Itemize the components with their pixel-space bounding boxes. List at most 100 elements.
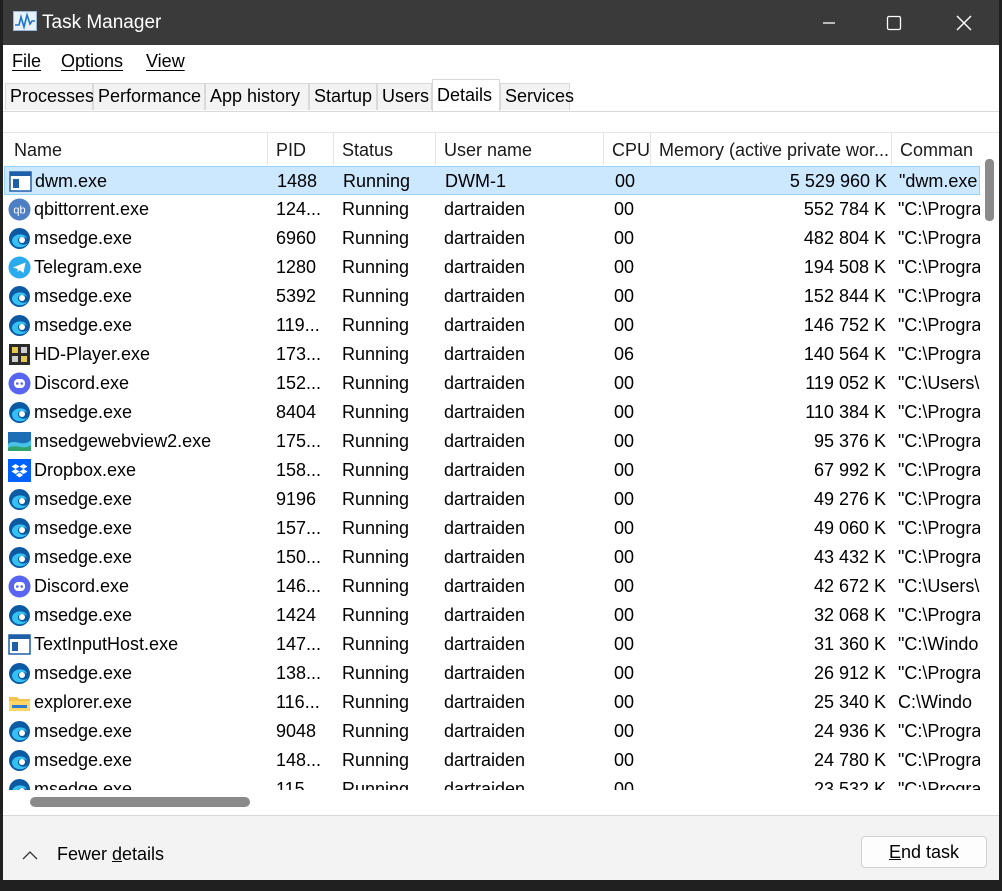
cell-memory: 140 564 K xyxy=(803,344,886,364)
table-row[interactable]: msedge.exe 148... Running dartraiden 00 24 78… xyxy=(4,746,980,775)
table-row[interactable]: msedge.exe 157... Running dartraiden 00 49 06… xyxy=(4,514,980,543)
tab-app-history[interactable]: App history xyxy=(205,83,309,110)
maximize-button[interactable] xyxy=(859,0,929,45)
tab-users[interactable]: Users xyxy=(377,83,432,110)
table-row[interactable]: Telegram.exe 1280 Running dartraiden 00 194 5… xyxy=(4,253,980,282)
cell-user: dartraiden xyxy=(444,344,526,364)
column-header-memory[interactable]: Memory (active private wor... ∨ xyxy=(651,133,892,165)
cell-cpu: 00 xyxy=(614,634,635,654)
cell-memory: 67 992 K xyxy=(813,460,886,480)
title-bar[interactable]: Task Manager xyxy=(3,0,999,45)
folder-icon xyxy=(9,697,30,711)
table-row[interactable]: qb qbittorrent.exe 124... Running dartraiden… xyxy=(4,195,980,224)
end-task-button[interactable]: End task xyxy=(861,836,987,868)
cell-memory: 43 432 K xyxy=(813,547,886,567)
table-row[interactable]: msedge.exe 1424 Running dartraiden 00 32 068 … xyxy=(4,601,980,630)
table-row[interactable]: TextInputHost.exe 147... Running dartraiden… xyxy=(4,630,980,659)
cell-status: Running xyxy=(342,257,410,277)
cell-name: msedge.exe xyxy=(34,315,133,335)
table-row[interactable]: msedge.exe 115... Running dartraiden 00 23 53… xyxy=(4,775,980,790)
process-details-table: Name PID Status User name CPU Memory (ac… xyxy=(4,133,980,790)
cell-user: dartraiden xyxy=(444,402,526,422)
horizontal-scrollbar[interactable] xyxy=(4,790,980,814)
svg-text:qb: qb xyxy=(13,205,25,217)
column-header-status[interactable]: Status xyxy=(334,133,436,165)
column-header-name[interactable]: Name xyxy=(4,133,268,165)
cell-user: dartraiden xyxy=(444,750,526,770)
footer-bar: Fewer details End task xyxy=(3,815,999,880)
table-row[interactable]: msedge.exe 9048 Running dartraiden 00 24 936 … xyxy=(4,717,980,746)
table-header: Name PID Status User name CPU Memory (ac… xyxy=(4,133,980,165)
table-row[interactable]: dwm.exe 1488 Running DWM-1 00 5 529 960 K "dwm… xyxy=(4,166,980,195)
column-header-cpu[interactable]: CPU xyxy=(604,133,651,165)
cell-command: "C:\Progra xyxy=(898,257,980,277)
cell-name: Telegram.exe xyxy=(34,257,143,277)
webview-icon xyxy=(8,432,31,451)
cell-command: "C:\Progra xyxy=(898,489,980,509)
cell-user: dartraiden xyxy=(444,634,526,654)
table-row[interactable]: HD-Player.exe 173... Running dartraiden 06 14… xyxy=(4,340,980,369)
tab-startup[interactable]: Startup xyxy=(309,83,377,110)
cell-name: msedge.exe xyxy=(34,402,133,422)
cell-name: msedgewebview2.exe xyxy=(34,431,212,451)
cell-status: Running xyxy=(342,634,410,654)
cell-user: dartraiden xyxy=(444,721,526,741)
cell-command: "C:\Progra xyxy=(898,605,980,625)
cell-name: TextInputHost.exe xyxy=(34,634,179,654)
edge-icon xyxy=(9,315,30,336)
cell-command: "C:\Progra xyxy=(898,199,980,219)
cell-memory: 25 340 K xyxy=(813,692,886,712)
table-row[interactable]: msedge.exe 119... Running dartraiden 00 146 7… xyxy=(4,311,980,340)
close-button[interactable] xyxy=(929,0,999,45)
table-row[interactable]: msedge.exe 5392 Running dartraiden 00 152 844… xyxy=(4,282,980,311)
table-row[interactable]: Dropbox.exe 158... Running dartraiden 00 67 9… xyxy=(4,456,980,485)
cell-status: Running xyxy=(342,402,410,422)
cell-user: dartraiden xyxy=(444,547,526,567)
cell-pid: 5392 xyxy=(276,286,317,306)
cell-status: Running xyxy=(342,489,410,509)
table-row[interactable]: msedge.exe 138... Running dartraiden 00 26 91… xyxy=(4,659,980,688)
horizontal-scrollbar-thumb[interactable] xyxy=(30,797,250,807)
column-header-user-name[interactable]: User name xyxy=(436,133,604,165)
vertical-scrollbar-thumb[interactable] xyxy=(985,159,994,221)
cell-user: dartraiden xyxy=(444,373,526,393)
cell-memory: 110 384 K xyxy=(805,402,886,422)
tab-details[interactable]: Details xyxy=(432,79,500,111)
cell-status: Running xyxy=(342,286,410,306)
table-row[interactable]: msedge.exe 150... Running dartraiden 00 43 43… xyxy=(4,543,980,572)
table-row[interactable]: Discord.exe 146... Running dartraiden 00 42 6… xyxy=(4,572,980,601)
hd-player-icon xyxy=(9,344,30,365)
cell-memory: 95 376 K xyxy=(813,431,886,451)
cell-status: Running xyxy=(342,721,410,741)
cell-name: msedge.exe xyxy=(34,779,133,790)
table-row[interactable]: msedge.exe 8404 Running dartraiden 00 110 384… xyxy=(4,398,980,427)
tab-performance[interactable]: Performance xyxy=(93,83,205,110)
menu-file[interactable]: File xyxy=(12,51,41,72)
minimize-icon xyxy=(823,21,835,24)
column-header-pid[interactable]: PID xyxy=(268,133,334,165)
cell-cpu: 00 xyxy=(614,460,635,480)
table-row[interactable]: msedge.exe 6960 Running dartraiden 00 482 804… xyxy=(4,224,980,253)
cell-command: "C:\Progra xyxy=(898,460,980,480)
cell-cpu: 00 xyxy=(614,286,635,306)
fewer-details-link[interactable]: Fewer details xyxy=(17,844,164,865)
table-row[interactable]: explorer.exe 116... Running dartraiden 00 25 … xyxy=(4,688,980,717)
dropbox-icon xyxy=(8,459,31,482)
menu-view[interactable]: View xyxy=(146,51,185,72)
cell-cpu: 00 xyxy=(614,576,635,596)
table-row[interactable]: msedge.exe 9196 Running dartraiden 00 49 276 … xyxy=(4,485,980,514)
table-row[interactable]: Discord.exe 152... Running dartraiden 00 119 … xyxy=(4,369,980,398)
cell-pid: 115... xyxy=(276,779,320,790)
menu-options[interactable]: Options xyxy=(61,51,123,72)
cell-memory: 23 532 K xyxy=(813,779,886,790)
cell-status: Running xyxy=(342,315,410,335)
tab-processes[interactable]: Processes xyxy=(5,83,94,110)
tab-services[interactable]: Services xyxy=(500,83,574,110)
cell-name: HD-Player.exe xyxy=(34,344,151,364)
minimize-button[interactable] xyxy=(794,0,864,45)
column-header-command-line[interactable]: Comman xyxy=(892,133,980,165)
vertical-scrollbar[interactable] xyxy=(980,133,999,790)
table-row[interactable]: msedgewebview2.exe 175... Running dartraide… xyxy=(4,427,980,456)
edge-icon xyxy=(9,605,30,626)
cell-cpu: 00 xyxy=(614,199,635,219)
